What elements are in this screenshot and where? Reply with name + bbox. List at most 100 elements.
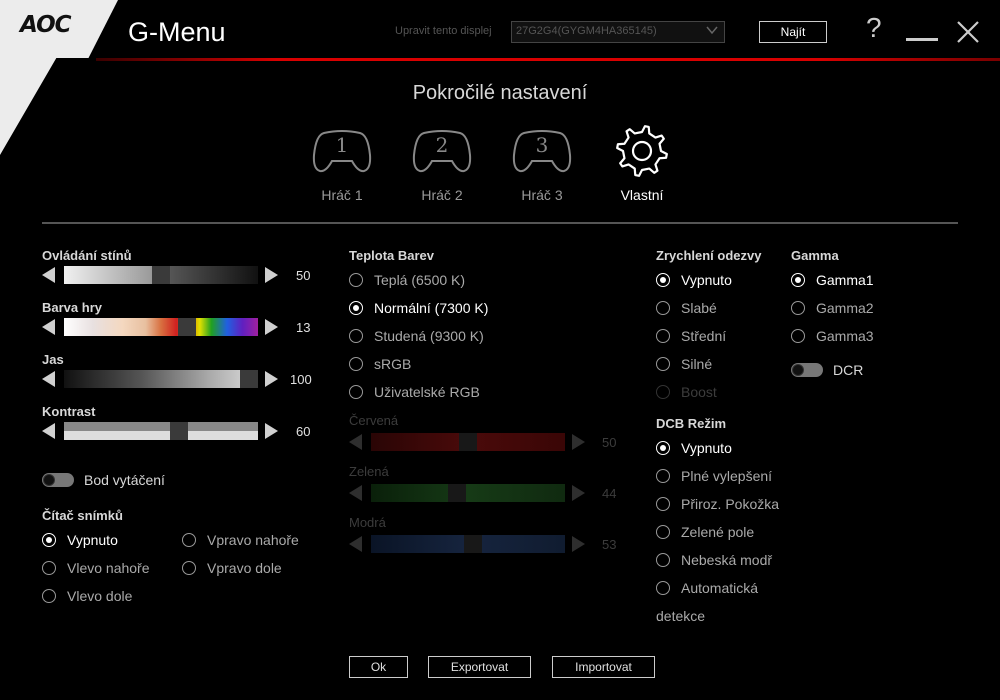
slider-thumb[interactable]: [464, 535, 483, 553]
decrease-arrow-icon[interactable]: [349, 536, 362, 552]
slider-thumb[interactable]: [240, 370, 258, 388]
slider-thumb[interactable]: [169, 422, 188, 440]
brightness-value: 100: [290, 372, 312, 387]
game-color-slider[interactable]: [42, 318, 282, 336]
gamepad-number: 2: [436, 133, 449, 157]
red-label: Červená: [349, 413, 399, 428]
increase-arrow-icon[interactable]: [265, 423, 278, 439]
radio-label: Nebeská modř: [681, 552, 773, 568]
slider-track[interactable]: [64, 422, 258, 440]
radio-dot: [349, 301, 363, 315]
dcb-option-wrap: detekce: [656, 608, 706, 624]
decrease-arrow-icon[interactable]: [349, 434, 362, 450]
decrease-arrow-icon[interactable]: [42, 319, 55, 335]
dcr-toggle[interactable]: [791, 363, 823, 377]
increase-arrow-icon[interactable]: [265, 371, 278, 387]
ok-button[interactable]: Ok: [349, 656, 408, 678]
shadow-control-label: Ovládání stínů: [42, 248, 132, 263]
slider-thumb[interactable]: [178, 318, 197, 336]
display-select-value: 27G2G4(GYGM4HA365145): [516, 25, 657, 37]
gamma-label: Gamma: [791, 248, 839, 263]
minimize-icon[interactable]: [906, 38, 938, 41]
radio-label: Gamma3: [816, 328, 874, 344]
export-button[interactable]: Exportovat: [428, 656, 531, 678]
slider-thumb[interactable]: [152, 266, 170, 284]
radio-label: Střední: [681, 328, 727, 344]
radio-label: Automatická: [681, 580, 759, 596]
slider-thumb[interactable]: [448, 484, 467, 502]
increase-arrow-icon[interactable]: [572, 536, 585, 552]
header-accent-line: [96, 58, 1000, 61]
radio-dot: [656, 497, 670, 511]
decrease-arrow-icon[interactable]: [42, 267, 55, 283]
dial-point-label: Bod vytáčení: [84, 472, 165, 488]
decrease-arrow-icon[interactable]: [42, 371, 55, 387]
radio-label: Vypnuto: [67, 532, 118, 548]
display-select[interactable]: 27G2G4(GYGM4HA365145): [511, 21, 725, 43]
dcr-label: DCR: [833, 362, 864, 378]
radio-dot: [42, 589, 56, 603]
slider-track[interactable]: [64, 318, 258, 336]
import-button[interactable]: Importovat: [552, 656, 655, 678]
aoc-logo: AOC: [20, 12, 72, 38]
slider-track[interactable]: [371, 484, 565, 502]
app-title: G-Menu: [128, 17, 226, 47]
profile-gamer-2[interactable]: 2 Hráč 2: [402, 125, 482, 203]
color-temp-label: Teplota Barev: [349, 248, 435, 263]
gamepad-number: 1: [336, 133, 349, 157]
dial-point-toggle[interactable]: [42, 473, 74, 487]
radio-label: Uživatelské RGB: [374, 384, 480, 400]
increase-arrow-icon[interactable]: [265, 319, 278, 335]
radio-dot: [349, 357, 363, 371]
profile-label: Hráč 2: [421, 187, 463, 203]
increase-arrow-icon[interactable]: [265, 267, 278, 283]
radio-dot: [656, 469, 670, 483]
gamepad-number: 3: [536, 133, 549, 157]
radio-label: Plné vylepšení: [681, 468, 773, 484]
contrast-label: Kontrast: [42, 404, 96, 419]
radio-label: Zelené pole: [681, 524, 755, 540]
profile-label: Hráč 1: [321, 187, 363, 203]
find-button[interactable]: Najít: [759, 21, 827, 43]
radio-dot: [42, 533, 56, 547]
slider-thumb[interactable]: [459, 433, 477, 451]
profile-gamer-3[interactable]: 3 Hráč 3: [502, 125, 582, 203]
profile-custom[interactable]: Vlastní: [602, 125, 682, 203]
radio-dot: [791, 273, 805, 287]
radio-label: Přiroz. Pokožka: [681, 496, 780, 512]
increase-arrow-icon[interactable]: [572, 434, 585, 450]
radio-label: Teplá (6500 K): [374, 272, 466, 288]
radio-dot: [656, 441, 670, 455]
red-slider[interactable]: [349, 433, 589, 451]
radio-dot: [349, 329, 363, 343]
radio-dot: [656, 273, 670, 287]
blue-slider[interactable]: [349, 535, 589, 553]
game-color-label: Barva hry: [42, 300, 102, 315]
decrease-arrow-icon[interactable]: [349, 485, 362, 501]
display-label: Upravit tento displej: [395, 25, 492, 37]
radio-label: Vlevo dole: [67, 588, 133, 604]
decrease-arrow-icon[interactable]: [42, 423, 55, 439]
radio-dot: [182, 561, 196, 575]
radio-dot: [42, 561, 56, 575]
profile-label: Vlastní: [620, 187, 664, 203]
gamepad-icon: 1: [312, 130, 372, 173]
radio-dot: [791, 301, 805, 315]
slider-track[interactable]: [64, 370, 258, 388]
profile-gamer-1[interactable]: 1 Hráč 1: [302, 125, 382, 203]
page-title: Pokročilé nastavení: [412, 82, 588, 104]
contrast-slider[interactable]: [42, 422, 282, 440]
radio-dot: [791, 329, 805, 343]
radio-label: Gamma2: [816, 300, 874, 316]
green-slider[interactable]: [349, 484, 589, 502]
help-icon[interactable]: ?: [866, 12, 882, 44]
red-value: 50: [602, 435, 617, 450]
brightness-slider[interactable]: [42, 370, 282, 388]
shadow-control-slider[interactable]: [42, 266, 282, 284]
gear-outline: [616, 125, 668, 177]
radio-label: Gamma1: [816, 272, 874, 288]
close-icon[interactable]: [956, 20, 980, 44]
increase-arrow-icon[interactable]: [572, 485, 585, 501]
gear-icon: [616, 125, 668, 177]
toggle-knob: [43, 474, 55, 486]
